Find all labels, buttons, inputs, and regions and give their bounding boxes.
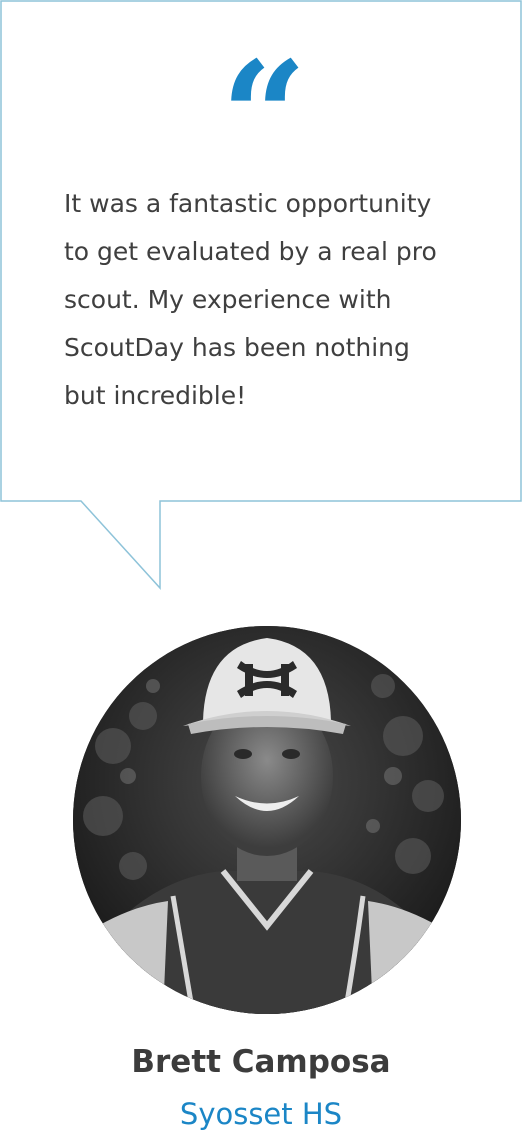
testimonial-quote: It was a fantastic opportunity to get ev…: [64, 189, 437, 410]
avatar-photo: [73, 626, 461, 1014]
author-school: Syosset HS: [179, 1097, 343, 1131]
author-name: Brett Camposa: [131, 1044, 391, 1080]
quote-open-icon: “: [220, 29, 307, 205]
avatar: [73, 626, 461, 1014]
testimonial-card: “ It was a fantastic opportunity to get …: [0, 0, 522, 1136]
